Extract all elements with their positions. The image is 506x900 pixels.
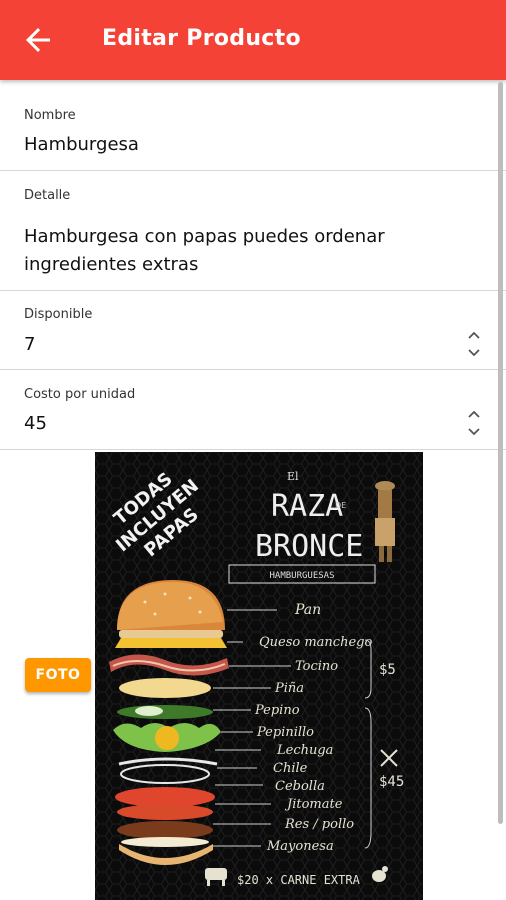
ingredient-label: Chile — [273, 761, 308, 776]
ingredient-label: Pan — [294, 602, 321, 618]
ingredient-label: Jitomate — [284, 797, 343, 812]
costo-input[interactable]: 45 — [24, 410, 464, 438]
product-photo: TODAS INCLUYEN PAPAS El RAZA DE BRONCE H… — [95, 452, 423, 900]
page-title: Editar Producto — [102, 26, 301, 51]
disponible-input[interactable]: 7 — [24, 331, 464, 359]
svg-text:RAZA: RAZA — [271, 489, 343, 524]
disponible-field[interactable]: Disponible 7 — [0, 291, 506, 370]
poster-footer: $20 x CARNE EXTRA — [237, 873, 361, 887]
ingredient-label: Lechuga — [276, 743, 333, 758]
price-small: $5 — [379, 662, 396, 678]
disponible-label: Disponible — [24, 307, 93, 322]
photo-button[interactable]: FOTO — [25, 658, 91, 692]
menu-poster-image: TODAS INCLUYEN PAPAS El RAZA DE BRONCE H… — [95, 452, 423, 900]
back-arrow-icon[interactable] — [20, 22, 56, 58]
ingredient-label: Tocino — [295, 659, 338, 674]
scrollbar[interactable] — [498, 82, 503, 824]
svg-text:HAMBURGUESAS: HAMBURGUESAS — [269, 571, 334, 581]
svg-text:El: El — [287, 470, 299, 483]
nombre-field[interactable]: Nombre Hamburgesa — [0, 80, 506, 171]
svg-text:BRONCE: BRONCE — [255, 529, 363, 564]
ingredient-label: Res / pollo — [284, 817, 354, 832]
svg-text:DE: DE — [335, 501, 346, 510]
detalle-line-1: Hamburgesa con papas puedes ordenar — [24, 226, 385, 247]
nombre-input[interactable]: Hamburgesa — [24, 131, 464, 159]
detalle-label: Detalle — [24, 188, 71, 203]
ingredient-label: Mayonesa — [266, 839, 334, 854]
price-big: $45 — [379, 774, 404, 790]
ingredient-label: Pepinillo — [256, 725, 314, 740]
ingredient-label: Piña — [274, 681, 304, 696]
costo-label: Costo por unidad — [24, 387, 136, 402]
costo-field[interactable]: Costo por unidad 45 — [0, 370, 506, 450]
detalle-field[interactable]: Detalle Hamburgesa con papas puedes orde… — [0, 171, 506, 291]
ingredient-label: Pepino — [254, 703, 300, 718]
app-bar: Editar Producto — [0, 0, 506, 80]
disponible-stepper-icon[interactable] — [466, 329, 482, 359]
costo-stepper-icon[interactable] — [466, 408, 482, 438]
detalle-line-2: ingredientes extras — [24, 254, 199, 275]
nombre-label: Nombre — [24, 108, 76, 123]
ingredient-label: Cebolla — [275, 779, 325, 794]
ingredient-label: Queso manchego — [259, 635, 372, 650]
